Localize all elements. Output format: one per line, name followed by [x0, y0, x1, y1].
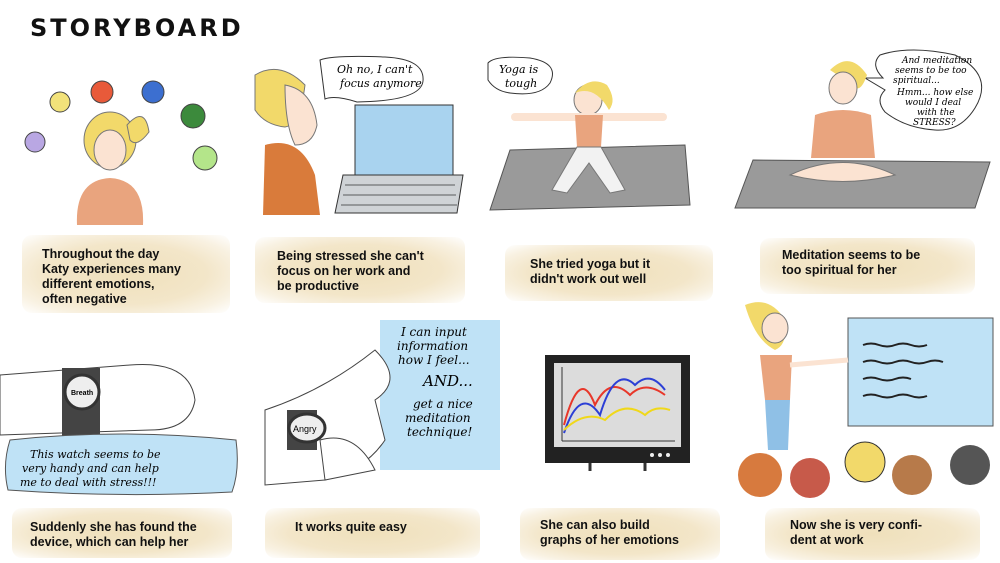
svg-text:I can input: I can input [400, 325, 467, 339]
caption-4: Meditation seems to be too spiritual for… [760, 238, 975, 294]
watch-screen-text: Breath [71, 390, 93, 397]
panel-emotions [15, 70, 230, 230]
meditation-illustration: And meditation seems to be too spiritual… [734, 49, 991, 209]
sad-face-icon [141, 80, 165, 104]
svg-text:meditation: meditation [405, 411, 471, 425]
watch-speech: This watch seems to be very handy and ca… [20, 448, 164, 489]
panel-yoga: Yoga is tough [485, 55, 695, 215]
svg-text:Hmm... how else: Hmm... how else [896, 88, 973, 98]
svg-text:information: information [397, 339, 468, 353]
panel-presentation [730, 300, 1000, 505]
caption-1: Throughout the day Katy experiences many… [22, 235, 230, 313]
caption-3: She tried yoga but it didn't work out we… [505, 245, 713, 301]
yoga-illustration: Yoga is tough [487, 56, 691, 211]
panel-meditation: And meditation seems to be too spiritual… [734, 49, 997, 210]
presentation-illustration [738, 302, 994, 498]
yoga-speech-text: Yoga is tough [499, 63, 539, 90]
panel-graph [540, 355, 700, 475]
panel-laptop: Oh no, I can't focus anymore [245, 55, 465, 225]
shocked-face-icon [24, 131, 46, 153]
svg-text:get a nice: get a nice [413, 397, 473, 411]
svg-text:spiritual...: spiritual... [893, 76, 940, 86]
svg-text:would I deal: would I deal [905, 98, 961, 108]
caption-7: She can also build graphs of her emotion… [520, 508, 720, 560]
sick-face-icon [180, 103, 206, 129]
svg-text:seems to be too: seems to be too [895, 66, 967, 76]
laptop-illustration: Oh no, I can't focus anymore [254, 55, 464, 215]
svg-text:STRESS?: STRESS? [913, 118, 956, 128]
watch-illustration: Breath This watch seems to be very handy… [0, 363, 238, 496]
svg-text:how I feel...: how I feel... [398, 353, 470, 367]
svg-text:with the: with the [917, 108, 955, 118]
panel-input: I can input information how I feel... AN… [264, 320, 500, 495]
caption-6: It works quite easy [265, 508, 480, 558]
input-illustration: I can input information how I feel... AN… [264, 320, 500, 486]
upset-face-icon [192, 145, 218, 171]
panel-watch: Breath This watch seems to be very handy… [0, 340, 240, 500]
happy-face-icon [49, 91, 71, 113]
caption-2: Being stressed she can't focus on her wo… [255, 237, 465, 303]
svg-text:technique!: technique! [407, 425, 472, 439]
svg-text:AND...: AND... [421, 372, 473, 390]
watch-angry-text: Angry [293, 424, 317, 434]
page-title: STORYBOARD [30, 14, 244, 42]
caption-5: Suddenly she has found the device, which… [12, 508, 232, 558]
graph-illustration [545, 355, 690, 471]
caption-8: Now she is very confi- dent at work [765, 508, 980, 560]
emotions-illustration [24, 80, 218, 225]
speech-text: Oh no, I can't focus anymore [337, 63, 422, 90]
svg-text:And meditation: And meditation [901, 56, 972, 66]
angry-face-icon [90, 80, 114, 104]
